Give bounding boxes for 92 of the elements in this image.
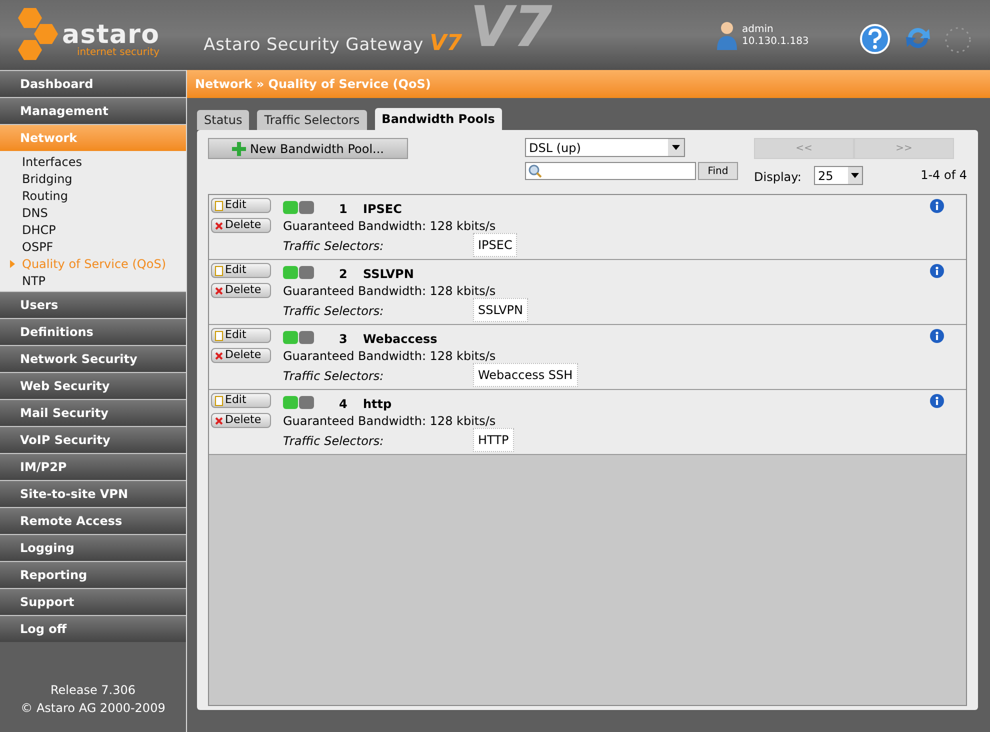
delete-button[interactable]: Delete <box>211 283 271 298</box>
close-icon <box>215 286 223 294</box>
notepad-icon <box>215 330 223 340</box>
close-icon <box>215 416 223 424</box>
info-icon[interactable] <box>930 394 944 408</box>
submenu-item[interactable]: Routing <box>22 186 68 204</box>
selector-tag: SSLVPN <box>473 298 528 322</box>
selectors-label: Traffic Selectors: <box>283 433 384 450</box>
ip-address: 10.130.1.183 <box>742 36 809 48</box>
find-button[interactable]: Find <box>698 162 738 180</box>
breadcrumb-text: Network » Quality of Service (QoS) <box>195 76 431 93</box>
tab[interactable]: Traffic Selectors <box>257 110 367 130</box>
delete-button[interactable]: Delete <box>211 348 271 363</box>
selector-tag: Webaccess SSH <box>473 363 578 387</box>
release-text: Release 7.306 <box>49 682 137 699</box>
submenu-item[interactable]: Bridging <box>22 170 72 188</box>
selectors-label: Traffic Selectors: <box>283 368 384 385</box>
copyright-text: © Astaro AG 2000-2009 <box>20 700 166 717</box>
nav-item[interactable]: VoIP Security <box>0 426 186 453</box>
pool-number: 4 <box>339 396 348 413</box>
display-dropdown[interactable]: 25 <box>814 166 863 185</box>
close-icon <box>215 352 223 360</box>
nav-item[interactable]: Remote Access <box>0 507 186 534</box>
notepad-icon <box>215 266 223 276</box>
notepad-icon <box>215 200 223 210</box>
logo-wordmark: astaro <box>62 22 160 48</box>
user-name: admin <box>742 24 774 36</box>
edit-button[interactable]: Edit <box>211 263 271 278</box>
user-icon <box>716 20 738 50</box>
pool-name: SSLVPN <box>363 266 414 283</box>
pool-number: 2 <box>339 266 348 283</box>
loading-spinner-icon <box>944 26 972 54</box>
notepad-icon <box>215 396 223 406</box>
nav-item[interactable]: Management <box>0 97 186 124</box>
nav-item[interactable]: IM/P2P <box>0 453 186 480</box>
nav-item[interactable]: Users <box>0 291 186 318</box>
submenu-item[interactable]: DHCP <box>22 220 56 238</box>
bandwidth-text: Guaranteed Bandwidth: 128 kbits/s <box>283 283 496 300</box>
info-icon[interactable] <box>930 199 944 213</box>
pool-number: 1 <box>339 201 348 218</box>
plus-icon <box>232 142 246 156</box>
nav-item[interactable]: Support <box>0 588 186 615</box>
version-watermark: V7 <box>470 0 552 56</box>
submenu-item[interactable]: Interfaces <box>22 152 82 170</box>
edit-button[interactable]: Edit <box>211 328 271 343</box>
edit-button[interactable]: Edit <box>211 198 271 213</box>
delete-button[interactable]: Delete <box>211 413 271 428</box>
pool-name: IPSEC <box>363 201 402 218</box>
display-label: Display: <box>754 169 802 186</box>
page-range: 1-4 of 4 <box>920 167 967 184</box>
interface-dropdown[interactable]: DSL (up) <box>525 138 685 157</box>
nav-item[interactable]: Mail Security <box>0 399 186 426</box>
selectors-label: Traffic Selectors: <box>283 303 384 320</box>
info-icon[interactable] <box>930 329 944 343</box>
submenu-item[interactable]: NTP <box>22 272 46 290</box>
version-mark: V7 <box>430 30 462 58</box>
submenu-item[interactable]: OSPF <box>22 238 54 256</box>
pool-number: 3 <box>339 331 348 348</box>
delete-button[interactable]: Delete <box>211 218 271 233</box>
selector-tag: HTTP <box>473 428 514 452</box>
toggle-switch[interactable] <box>283 201 314 214</box>
toggle-switch[interactable] <box>283 266 314 279</box>
bandwidth-text: Guaranteed Bandwidth: 128 kbits/s <box>283 348 496 365</box>
nav-item[interactable]: Log off <box>0 615 186 642</box>
nav-item[interactable]: Logging <box>0 534 186 561</box>
pool-name: Webaccess <box>363 331 438 348</box>
help-icon[interactable] <box>860 24 890 54</box>
nav-item[interactable]: Reporting <box>0 561 186 588</box>
submenu-item[interactable]: DNS <box>22 204 48 222</box>
nav-item[interactable]: Site-to-site VPN <box>0 480 186 507</box>
logo-tagline: internet security <box>76 48 160 58</box>
product-title: Astaro Security Gateway <box>204 34 424 58</box>
search-icon <box>528 164 542 178</box>
selector-tag: IPSEC <box>473 233 518 257</box>
nav-item[interactable]: Network Security <box>0 345 186 372</box>
edit-button[interactable]: Edit <box>211 393 271 408</box>
pool-name: http <box>363 396 392 413</box>
nav-item[interactable]: Dashboard <box>0 70 186 97</box>
selectors-label: Traffic Selectors: <box>283 238 384 255</box>
bandwidth-text: Guaranteed Bandwidth: 128 kbits/s <box>283 413 496 430</box>
close-icon <box>215 222 223 230</box>
nav-item[interactable]: Definitions <box>0 318 186 345</box>
bandwidth-text: Guaranteed Bandwidth: 128 kbits/s <box>283 218 496 235</box>
nav-item[interactable]: Web Security <box>0 372 186 399</box>
arrow-icon <box>10 260 15 268</box>
toggle-switch[interactable] <box>283 331 314 344</box>
new-pool-button[interactable]: New Bandwidth Pool... <box>208 138 408 159</box>
tab[interactable]: Bandwidth Pools <box>374 108 502 130</box>
info-icon[interactable] <box>930 264 944 278</box>
search-field[interactable] <box>525 162 696 180</box>
toggle-switch[interactable] <box>283 396 314 409</box>
tab[interactable]: Status <box>197 110 250 130</box>
